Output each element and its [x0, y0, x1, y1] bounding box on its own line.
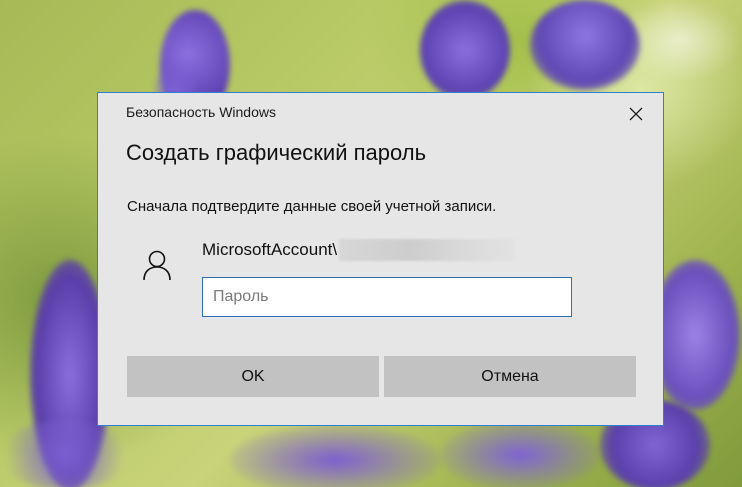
user-icon: [143, 250, 171, 281]
dialog-instruction: Сначала подтвердите данные своей учетной…: [127, 198, 497, 215]
close-button[interactable]: [623, 103, 649, 125]
close-icon: [629, 107, 643, 121]
security-dialog: Безопасность Windows Создать графический…: [97, 92, 664, 426]
dialog-heading: Создать графический пароль: [126, 140, 427, 165]
ok-button[interactable]: OK: [127, 356, 379, 397]
cancel-button[interactable]: Отмена: [384, 356, 636, 397]
wallpaper-flower: [230, 425, 440, 487]
wallpaper-flower: [440, 420, 600, 487]
wallpaper-flower: [0, 420, 130, 487]
desktop-wallpaper: Безопасность Windows Создать графический…: [0, 0, 742, 487]
account-name: MicrosoftAccount\: [202, 239, 516, 261]
redacted-account-name: [339, 239, 516, 261]
account-prefix: MicrosoftAccount\: [202, 240, 338, 259]
wallpaper-flower: [420, 0, 510, 100]
wallpaper-flower: [530, 0, 640, 90]
dialog-window-title: Безопасность Windows: [126, 104, 276, 120]
password-input[interactable]: [202, 277, 572, 317]
